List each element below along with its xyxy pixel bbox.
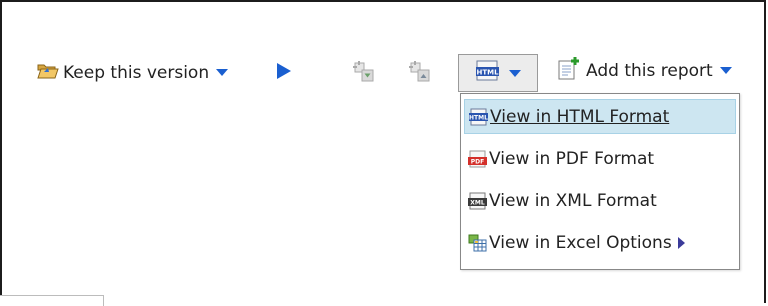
add-report-icon (557, 56, 581, 85)
pdf-format-icon: PDF (468, 150, 487, 168)
compare-down-icon (352, 61, 376, 88)
add-this-report-label: Add this report (586, 60, 713, 81)
chevron-down-icon (216, 69, 229, 76)
menu-item-view-xml[interactable]: XML View in XML Format (464, 183, 736, 218)
menu-item-label: View in PDF Format (489, 148, 655, 169)
add-this-report-menu[interactable]: Add this report (557, 56, 732, 85)
view-format-menu-button[interactable]: HTML (458, 54, 538, 92)
svg-text:PDF: PDF (471, 158, 484, 165)
menu-item-view-excel-options[interactable]: View in Excel Options (464, 225, 736, 260)
keep-this-version-menu[interactable]: Keep this version (37, 60, 229, 85)
compare-down-button[interactable] (352, 61, 376, 88)
svg-text:HTML: HTML (469, 114, 488, 121)
keep-this-version-label: Keep this version (63, 62, 210, 83)
svg-text:HTML: HTML (476, 68, 499, 76)
chevron-down-icon (719, 67, 732, 74)
play-icon (275, 62, 293, 85)
menu-item-view-pdf[interactable]: PDF View in PDF Format (464, 141, 736, 176)
bottom-tab[interactable] (0, 295, 104, 306)
compare-up-button[interactable] (408, 61, 432, 88)
svg-text:XML: XML (470, 199, 485, 206)
excel-format-icon (468, 234, 487, 252)
compare-up-icon (408, 61, 432, 88)
chevron-right-icon (677, 236, 685, 249)
run-button[interactable] (275, 62, 293, 85)
html-format-icon: HTML (475, 60, 501, 87)
view-format-dropdown: HTML View in HTML Format PDF View in PDF… (460, 93, 740, 270)
xml-format-icon: XML (468, 192, 487, 210)
menu-item-view-html[interactable]: HTML View in HTML Format (464, 99, 736, 134)
menu-item-label: View in Excel Options (489, 232, 672, 253)
menu-item-label: View in HTML Format (490, 106, 670, 127)
chevron-down-icon (509, 69, 521, 77)
menu-item-label: View in XML Format (489, 190, 657, 211)
html-format-icon: HTML (469, 108, 488, 126)
folder-open-icon (37, 60, 59, 85)
